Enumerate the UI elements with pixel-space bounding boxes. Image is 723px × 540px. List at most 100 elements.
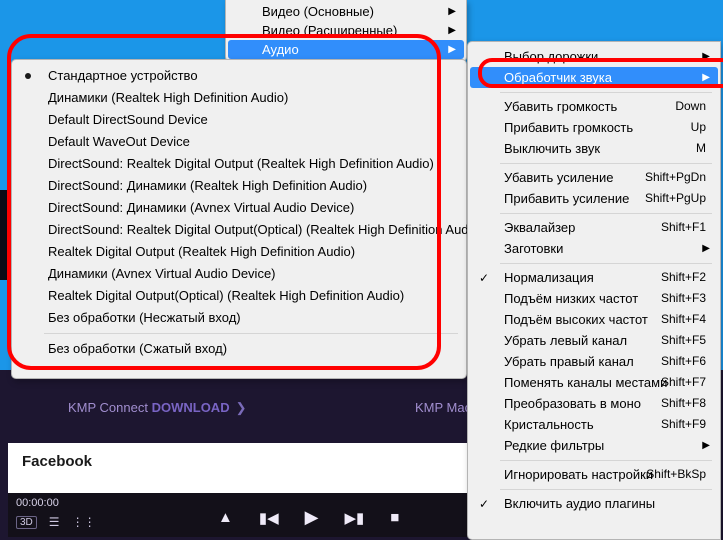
audio-menu-item[interactable]: Подъём высоких частот Shift+F4 <box>470 309 718 330</box>
audio-device-item[interactable]: Без обработки (Сжатый вход) <box>14 338 464 360</box>
check-icon: ✓ <box>479 494 489 514</box>
menu-item-label: Подъём высоких частот <box>504 312 648 327</box>
menu-item-label: DirectSound: Динамики (Avnex Virtual Aud… <box>48 200 354 215</box>
play-icon[interactable]: ▶ <box>305 507 319 528</box>
menu-separator <box>470 259 718 267</box>
next-icon[interactable]: ▶▮ <box>345 509 365 527</box>
audio-device-item[interactable]: DirectSound: Динамики (Realtek High Defi… <box>14 175 464 197</box>
menu-shortcut: Shift+PgDn <box>645 167 706 188</box>
facebook-panel: Facebook <box>8 443 468 493</box>
menu-item-label: DirectSound: Динамики (Realtek High Defi… <box>48 178 367 193</box>
menu-item-label: Кристальность <box>504 417 594 432</box>
settings-icon[interactable]: ⋮⋮ <box>72 515 96 529</box>
audio-menu-item[interactable]: Подъём низких частотShift+F3 <box>470 288 718 309</box>
chevron-right-icon: ❯ <box>236 400 247 416</box>
audio-device-item[interactable]: Динамики (Avnex Virtual Audio Device) <box>14 263 464 285</box>
audio-menu-item[interactable]: ✓НормализацияShift+F2 <box>470 267 718 288</box>
top-menu-item[interactable]: Видео (Основные)▶ <box>228 2 464 21</box>
menu-item-label: Стандартное устройство <box>48 68 198 83</box>
audio-device-item[interactable]: Realtek Digital Output(Optical) (Realtek… <box>14 285 464 307</box>
submenu-arrow-icon: ▶ <box>702 46 710 67</box>
audio-device-item[interactable]: DirectSound: Realtek Digital Output(Opti… <box>14 219 464 241</box>
menu-shortcut: Shift+F7 <box>661 372 706 393</box>
audio-menu-item[interactable]: Обработчик звука▶ <box>470 67 718 88</box>
menu-item-label: Прибавить громкость <box>504 120 633 135</box>
audio-menu-item[interactable]: КристальностьShift+F9 <box>470 414 718 435</box>
audio-menu-item[interactable]: Выбор дорожки ▶ <box>470 46 718 67</box>
menu-item-label: Аудио <box>262 42 299 57</box>
audio-menu-item[interactable]: Игнорировать настройкиShift+BkSp <box>470 464 718 485</box>
audio-menu-item[interactable]: ✓ Включить аудио плагины <box>470 493 718 514</box>
menu-item-label: Обработчик звука <box>504 70 612 85</box>
audio-menu-item[interactable]: Убрать левый канал Shift+F5 <box>470 330 718 351</box>
menu-item-label: Realtek Digital Output(Optical) (Realtek… <box>48 288 404 303</box>
menu-shortcut: Shift+F4 <box>661 309 706 330</box>
radio-dot-icon <box>25 73 31 79</box>
menu-shortcut: Shift+PgUp <box>645 188 706 209</box>
audio-device-item[interactable]: DirectSound: Динамики (Avnex Virtual Aud… <box>14 197 464 219</box>
audio-menu-item[interactable]: Выключить звукM <box>470 138 718 159</box>
menu-item-label: Редкие фильтры <box>504 438 604 453</box>
menu-item-label: Нормализация <box>504 270 594 285</box>
audio-menu-item[interactable]: Прибавить усилениеShift+PgUp <box>470 188 718 209</box>
audio-device-item[interactable]: Realtek Digital Output (Realtek High Def… <box>14 241 464 263</box>
menu-separator <box>14 329 464 338</box>
check-icon: ✓ <box>479 268 489 288</box>
audio-menu-item[interactable]: ЭквалайзерShift+F1 <box>470 217 718 238</box>
prev-icon[interactable]: ▮◀ <box>259 509 279 527</box>
audio-menu-item[interactable]: Редкие фильтры▶ <box>470 435 718 456</box>
audio-device-item[interactable]: Без обработки (Несжатый вход) <box>14 307 464 329</box>
audio-submenu: Выбор дорожки ▶Обработчик звука▶ Убавить г… <box>467 41 721 540</box>
audio-menu-item[interactable]: Поменять каналы местамиShift+F7 <box>470 372 718 393</box>
menu-item-label: Включить аудио плагины <box>504 496 655 511</box>
download-text-b: DOWNLOAD <box>152 400 230 415</box>
menu-item-label: Без обработки (Сжатый вход) <box>48 341 227 356</box>
menu-shortcut: Shift+F3 <box>661 288 706 309</box>
submenu-arrow-icon: ▶ <box>448 21 456 40</box>
audio-menu-item[interactable]: Прибавить громкостьUp <box>470 117 718 138</box>
menu-shortcut: Shift+F1 <box>661 217 706 238</box>
menu-item-label: Default DirectSound Device <box>48 112 208 127</box>
menu-shortcut: Shift+BkSp <box>646 464 706 485</box>
menu-separator <box>470 456 718 464</box>
submenu-arrow-icon: ▶ <box>448 40 456 59</box>
menu-item-label: Заготовки <box>504 241 563 256</box>
menu-item-label: Видео (Расширенные) <box>262 23 397 38</box>
top-menu-item[interactable]: Видео (Расширенные) ▶ <box>228 21 464 40</box>
audio-device-item[interactable]: Default DirectSound Device <box>14 109 464 131</box>
menu-item-label: Поменять каналы местами <box>504 375 667 390</box>
playback-time: 00:00:00 <box>16 497 59 509</box>
audio-device-item[interactable]: Динамики (Realtek High Definition Audio) <box>14 87 464 109</box>
audio-device-item[interactable]: Стандартное устройство <box>14 65 464 87</box>
audio-menu-item[interactable]: Преобразовать в моноShift+F8 <box>470 393 718 414</box>
menu-separator <box>470 209 718 217</box>
menu-item-label: Убрать левый канал <box>504 333 627 348</box>
menu-shortcut: Shift+F5 <box>661 330 706 351</box>
audio-device-item[interactable]: DirectSound: Realtek Digital Output (Rea… <box>14 153 464 175</box>
menu-separator <box>470 159 718 167</box>
eject-icon[interactable]: ▲ <box>218 509 233 526</box>
menu-item-label: Игнорировать настройки <box>504 467 653 482</box>
audio-menu-item[interactable]: Заготовки▶ <box>470 238 718 259</box>
menu-item-label: Без обработки (Несжатый вход) <box>48 310 241 325</box>
audio-menu-item[interactable]: Убавить усиление Shift+PgDn <box>470 167 718 188</box>
menu-item-label: Преобразовать в моно <box>504 396 641 411</box>
threeD-toggle[interactable]: 3D <box>16 516 37 529</box>
menu-item-label: Убавить усиление <box>504 170 613 185</box>
menu-shortcut: M <box>696 138 706 159</box>
menu-item-label: Default WaveOut Device <box>48 134 190 149</box>
menu-item-label: Выбор дорожки <box>504 49 598 64</box>
audio-menu-item[interactable]: Убрать правый каналShift+F6 <box>470 351 718 372</box>
audio-device-item[interactable]: Default WaveOut Device <box>14 131 464 153</box>
menu-item-label: Динамики (Realtek High Definition Audio) <box>48 90 288 105</box>
submenu-arrow-icon: ▶ <box>448 2 456 21</box>
kmp-connect-download-link[interactable]: KMP Connect DOWNLOAD ❯ <box>68 400 247 416</box>
menu-item-label: Динамики (Avnex Virtual Audio Device) <box>48 266 276 281</box>
audio-menu-item[interactable]: Убавить громкостьDown <box>470 96 718 117</box>
menu-item-label: Realtek Digital Output (Realtek High Def… <box>48 244 355 259</box>
top-menu-item[interactable]: Аудио ▶ <box>228 40 464 59</box>
download-text-a: KMP Connect <box>68 400 152 415</box>
menu-shortcut: Down <box>675 96 706 117</box>
stop-icon[interactable]: ■ <box>390 509 399 526</box>
menu-icon[interactable]: ☰ <box>49 515 60 529</box>
